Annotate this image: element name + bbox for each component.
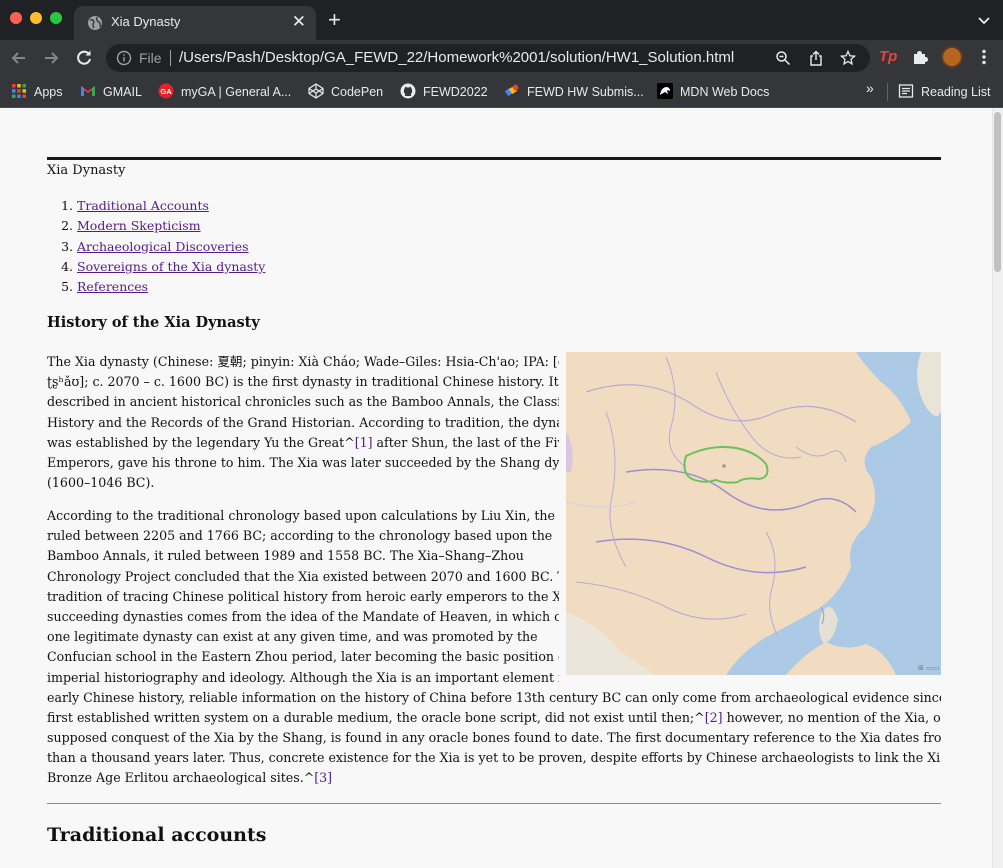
globe-icon <box>88 16 102 30</box>
bookmark-label: CodePen <box>331 85 384 99</box>
codepen-icon <box>308 83 324 99</box>
form-icon <box>504 84 519 97</box>
header-rule <box>47 157 941 160</box>
ga-icon: GA <box>158 83 174 99</box>
minimize-window-button[interactable] <box>30 12 42 24</box>
citation-link-3[interactable]: [3] <box>314 770 332 785</box>
bookmark-label: myGA | General A... <box>181 85 292 99</box>
toc-item: 2. Modern Skepticism <box>61 218 201 234</box>
toc-link-sovereigns[interactable]: Sovereigns of the Xia dynasty <box>77 259 265 274</box>
chevron-down-icon[interactable] <box>977 13 991 27</box>
citation-link-2[interactable]: [2] <box>705 710 723 725</box>
github-icon <box>400 83 416 99</box>
line-with-ref: first established written system on a du… <box>47 709 941 725</box>
bookmarks-bar: Apps GMAIL GA myGA | General A... CodePe… <box>0 76 1003 108</box>
page-viewport: Xia Dynasty 1. Traditional Accounts 2. Mod… <box>0 108 1003 868</box>
maximize-window-button[interactable] <box>50 12 62 24</box>
line-with-ref: was established by the legendary Yu the … <box>47 434 559 450</box>
url-scheme-label: File <box>139 50 162 66</box>
bookmark-gmail[interactable]: GMAIL <box>80 82 142 102</box>
bookmarks-overflow-button[interactable]: » <box>866 80 874 96</box>
line-with-ref: Bronze Age Erlitou archaeological sites.… <box>47 770 333 786</box>
extension-tp-icon[interactable]: Tp <box>879 48 897 65</box>
apps-grid-icon <box>12 84 26 98</box>
page-scrollbar[interactable] <box>992 108 1003 868</box>
section-heading-history: History of the Xia Dynasty <box>47 314 260 331</box>
close-tab-icon[interactable]: ✕ <box>292 12 306 32</box>
reading-list-icon <box>898 84 914 98</box>
table-of-contents: 1. Traditional Accounts 2. Modern Skeptici… <box>47 196 265 297</box>
gmail-icon <box>81 86 95 96</box>
tab-title: Xia Dynasty <box>111 14 181 29</box>
toc-item: 1. Traditional Accounts <box>61 198 209 213</box>
site-title: Xia Dynasty <box>47 163 126 178</box>
share-icon[interactable] <box>808 50 824 66</box>
bookmark-myga[interactable]: GA myGA | General A... <box>158 82 291 102</box>
toc-link-archaeological-discoveries[interactable]: Archaeological Discoveries <box>77 239 249 254</box>
address-bar[interactable]: File /Users/Pash/Desktop/GA_FEWD_22/Home… <box>106 44 870 72</box>
star-icon[interactable] <box>840 50 856 66</box>
toolbar: File /Users/Pash/Desktop/GA_FEWD_22/Home… <box>0 40 1003 76</box>
bookmark-label: GMAIL <box>103 85 142 99</box>
extensions-puzzle-icon[interactable] <box>912 49 928 65</box>
bookmark-label: FEWD2022 <box>423 85 488 99</box>
zoom-icon[interactable] <box>775 50 791 66</box>
tab-strip: Xia Dynasty ✕ + <box>0 0 1003 40</box>
intro-paragraph: The Xia dynasty (Chinese: 夏朝; pinyin: Xi… <box>47 354 559 491</box>
bookmark-apps[interactable]: Apps <box>11 82 63 102</box>
toc-item: 3. Archaeological Discoveries <box>61 238 249 254</box>
back-arrow-icon[interactable] <box>9 48 29 68</box>
toc-link-modern-skepticism[interactable]: Modern Skepticism <box>77 218 201 233</box>
more-menu-icon[interactable] <box>981 49 987 65</box>
bookmark-label: FEWD HW Submis... <box>527 85 644 99</box>
bookmarks-separator <box>887 83 888 101</box>
profile-avatar[interactable] <box>941 46 963 68</box>
reading-list-label: Reading List <box>921 85 991 99</box>
bookmark-fewd-hw[interactable]: FEWD HW Submis... <box>504 82 644 102</box>
reading-list-button[interactable]: Reading List <box>898 82 991 102</box>
bookmark-mdn[interactable]: MDN Web Docs <box>657 82 769 102</box>
reload-icon[interactable] <box>74 48 94 68</box>
bookmark-codepen[interactable]: CodePen <box>308 82 383 102</box>
bookmark-label: Apps <box>34 85 63 99</box>
toc-link-traditional-accounts[interactable]: Traditional Accounts <box>77 198 209 213</box>
citation-link-1[interactable]: [1] <box>355 435 373 450</box>
toc-item: 5. References <box>61 279 149 295</box>
section-heading-traditional: Traditional accounts <box>47 824 267 846</box>
close-window-button[interactable] <box>10 12 22 24</box>
tab-active[interactable]: Xia Dynasty ✕ <box>74 6 316 40</box>
chronology-paragraph: According to the traditional chronology … <box>47 506 941 789</box>
forward-arrow-icon[interactable] <box>41 48 61 68</box>
svg-text:GA: GA <box>160 87 172 96</box>
toc-link-references[interactable]: References <box>77 279 148 294</box>
bookmark-label: MDN Web Docs <box>680 85 770 99</box>
section-divider <box>47 803 941 804</box>
scrollbar-thumb[interactable] <box>994 112 1001 272</box>
new-tab-button[interactable]: + <box>328 8 341 32</box>
mdn-icon <box>657 83 673 99</box>
toc-item: 4. Sovereigns of the Xia dynasty <box>61 258 266 274</box>
url-text[interactable]: /Users/Pash/Desktop/GA_FEWD_22/Homework%… <box>179 49 734 66</box>
bookmark-fewd2022[interactable]: FEWD2022 <box>400 82 488 102</box>
info-icon[interactable] <box>116 50 132 66</box>
url-separator <box>170 50 171 66</box>
